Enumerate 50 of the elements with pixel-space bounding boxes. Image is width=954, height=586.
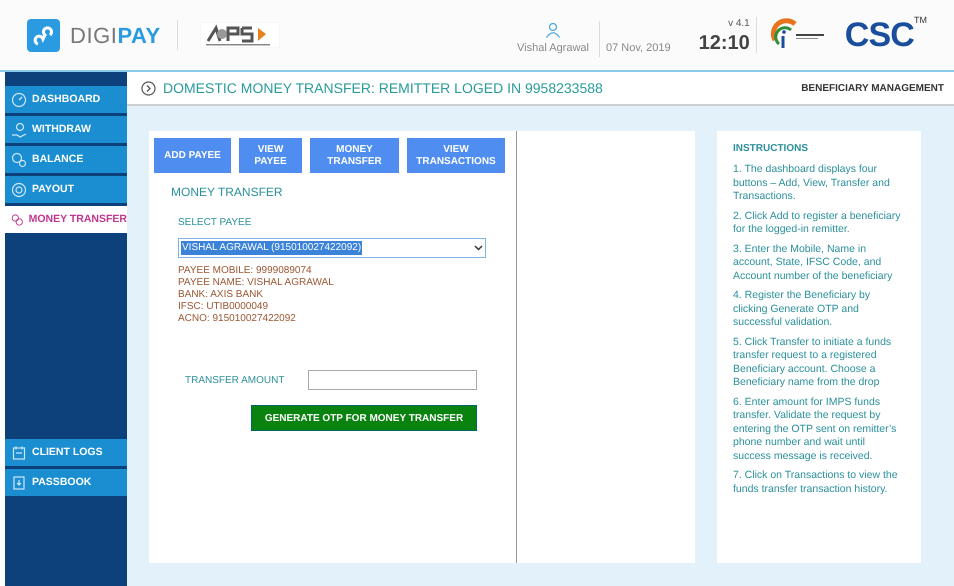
user-icon — [544, 22, 561, 38]
sidebar-item[interactable]: PAYOUT — [5, 176, 127, 203]
amount-label: TRANSFER AMOUNT — [185, 374, 286, 388]
payee-detail: PAYEE NAME: VISHAL AGRAWAL — [178, 277, 335, 289]
version: v 4.1 — [728, 16, 750, 30]
instruction-step: 1. The dashboard displays four buttons – Add, View, Transfer and Transactions. — [733, 163, 905, 204]
instruction-step: 6. Enter amount for IMPS funds transfer. Validate the request by entering the OTP sent on remitter’s phone number and wait until success message is received. — [733, 396, 905, 463]
tab-button[interactable]: VIEW PAYEE — [239, 138, 302, 173]
instruction-step: 2. Click Add to register a beneficiary for the logged-in remitter. — [733, 210, 905, 236]
trademark-mark: TM — [914, 14, 927, 27]
sidebar-item[interactable]: CLIENT LOGS — [5, 439, 127, 466]
coins-exchange-icon — [11, 212, 24, 228]
payee-detail: IFSC: UTIB0000049 — [178, 301, 270, 313]
instruction-step: 5. Click Transfer to initiate a funds transfer request to a registered Beneficiary account. Choose a Beneficiary name from the drop — [733, 336, 905, 390]
brand-name-light: DIGI — [70, 22, 118, 48]
sidebar-item[interactable]: MONEY TRANSFER — [5, 206, 127, 233]
amount-input-field[interactable] — [308, 370, 477, 390]
form-heading: MONEY TRANSFER — [171, 184, 284, 201]
payee-select[interactable]: VISHAL AGRAWAL (915010027422092) — [178, 238, 486, 258]
payee-detail: ACNO: 915010027422092 — [178, 313, 297, 325]
sidebar-item[interactable]: PASSBOOK — [5, 469, 127, 496]
coins-icon — [11, 152, 27, 168]
brand-name-bold: PAY — [117, 22, 161, 48]
instruction-step: 4. Register the Beneficiary by clicking Generate OTP and successful validation. — [733, 289, 905, 330]
section-label: BENEFICIARY MANAGEMENT — [801, 82, 944, 96]
sidebar-item[interactable]: DASHBOARD — [5, 86, 127, 113]
payee-detail: PAYEE MOBILE: 9999089074 — [178, 265, 313, 277]
coin-circle-icon — [11, 182, 27, 198]
tab-button[interactable]: ADD PAYEE — [154, 138, 231, 173]
sidebar-item[interactable]: BALANCE — [5, 146, 127, 173]
hand-coin-icon — [11, 122, 27, 138]
date: 07 Nov, 2019 — [606, 40, 671, 56]
calendar-icon — [11, 444, 27, 460]
select-label: SELECT PAYEE — [178, 216, 252, 230]
tab-button[interactable]: VIEW TRANSACTIONS — [407, 138, 505, 173]
instruction-step: 3. Enter the Mobile, Name in account, State, IFSC Code, and Account number of the beneficiary — [733, 242, 905, 283]
sidebar-item[interactable]: WITHDRAW — [5, 116, 127, 143]
payee-detail: BANK: AXIS BANK — [178, 289, 264, 301]
user-name: Vishal Agrawal — [517, 40, 589, 56]
csc-logo: CSC — [844, 18, 914, 52]
circle-chevron-icon — [141, 80, 156, 96]
generate-otp-button[interactable]: GENERATE OTP FOR MONEY TRANSFER — [251, 405, 477, 431]
time: 12:10 — [698, 30, 750, 54]
page-title: DOMESTIC MONEY TRANSFER: REMITTER LOGED IN 9958233588 — [163, 78, 603, 98]
chevron-down-icon — [474, 245, 483, 251]
digipay-logo-icon — [27, 18, 60, 52]
gauge-icon — [11, 92, 27, 108]
tab-button[interactable]: MONEY TRANSFER — [310, 138, 399, 173]
instructions-title: INSTRUCTIONS — [733, 142, 809, 156]
instruction-step: 7. Click on Transactions to view the funds transfer transaction history. — [733, 469, 905, 496]
